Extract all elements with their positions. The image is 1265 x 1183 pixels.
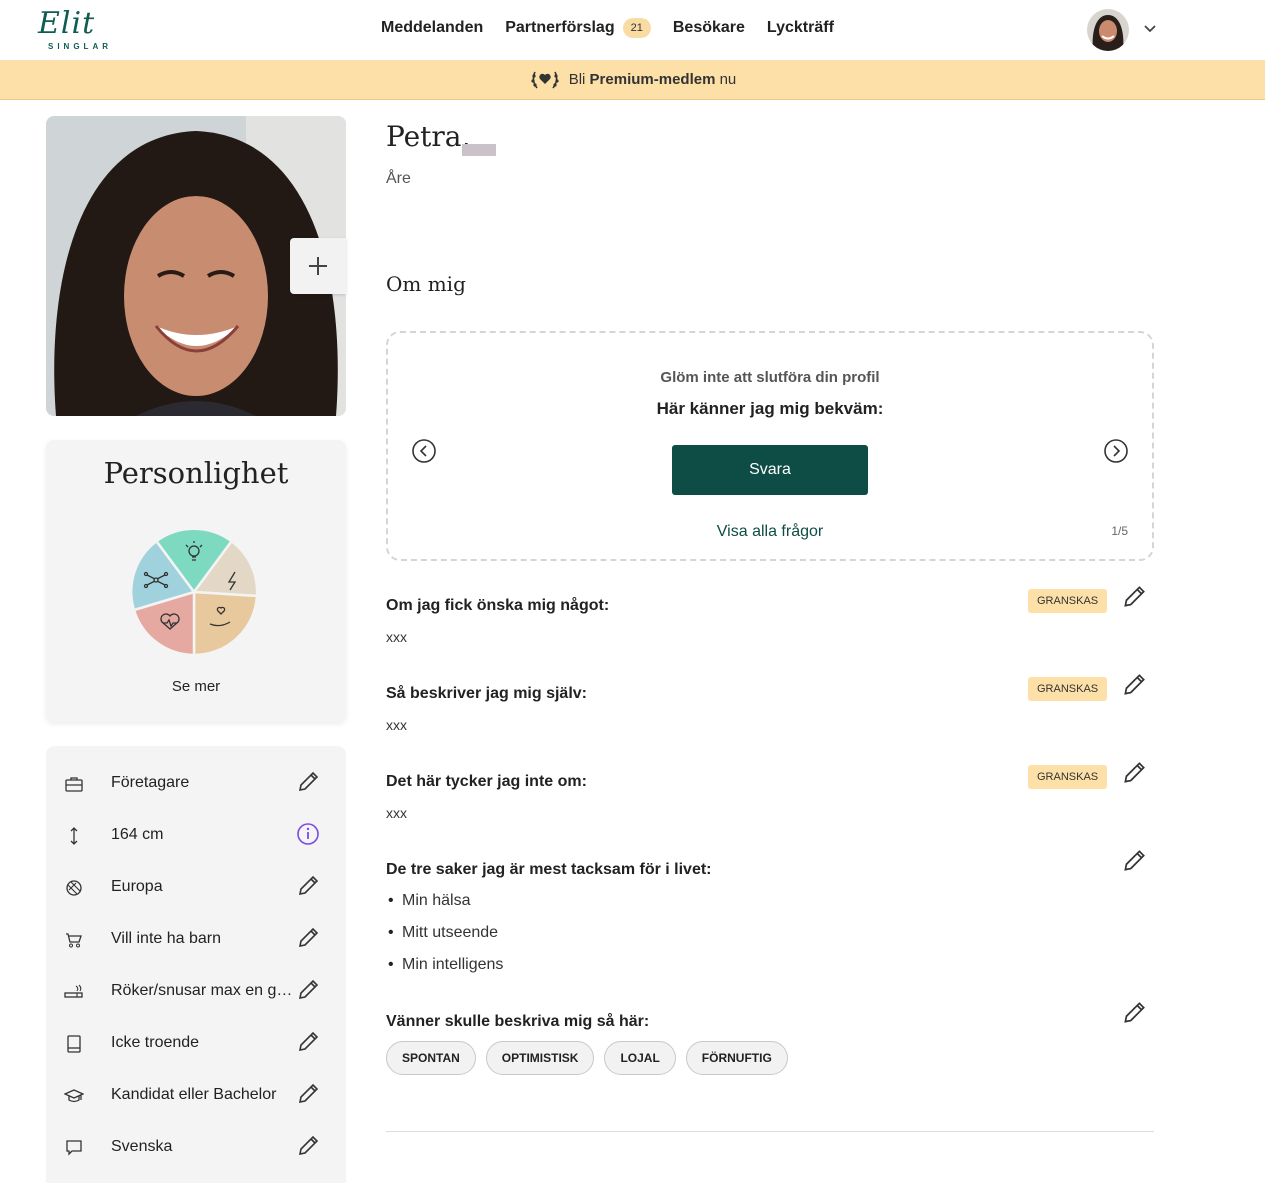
see-more-link[interactable]: Se mer (46, 678, 346, 695)
question-title: De tre saker jag är mest tacksam för i l… (386, 861, 712, 878)
trait-tag: SPONTAN (386, 1041, 476, 1075)
fact-label: Röker/snusar max en gång i veckan (111, 982, 294, 999)
fact-origin: Europa (46, 862, 346, 914)
pencil-icon[interactable] (295, 1029, 321, 1055)
answer-text: xxx (386, 629, 407, 645)
nav-partnerforslag[interactable]: Partnerförslag 21 (505, 18, 651, 38)
elit-singlar-logo[interactable]: Elit SINGLAR (38, 6, 118, 54)
logo-subtitle: SINGLAR (48, 42, 112, 51)
personality-card: Personlighet Se mer (46, 440, 346, 722)
chevron-down-icon[interactable] (1142, 20, 1158, 36)
list-item: Mitt utseende (388, 924, 498, 942)
premium-emphasis: Premium-medlem (589, 71, 716, 88)
profile-city: Åre (386, 170, 411, 187)
fact-smoking: Röker/snusar max en gång i veckan (46, 966, 346, 1018)
fact-label: Icke troende (111, 1034, 200, 1051)
nav-besokare[interactable]: Besökare (673, 18, 745, 38)
chevron-left-icon[interactable] (410, 437, 438, 465)
nav-meddelanden[interactable]: Meddelanden (381, 18, 483, 38)
pencil-icon[interactable] (1120, 671, 1148, 699)
trait-tags: SPONTAN OPTIMISTISK LOJAL FÖRNUFTIG (386, 1041, 798, 1075)
globe-icon (66, 880, 82, 896)
chevron-right-icon[interactable] (1102, 437, 1130, 465)
divider (386, 1131, 1154, 1132)
answer-button[interactable]: Svara (672, 445, 868, 495)
list-item: Min hälsa (388, 892, 471, 910)
trait-tag: LOJAL (604, 1041, 676, 1075)
hidden-age-placeholder (462, 144, 496, 156)
trait-tag: OPTIMISTISK (485, 1041, 595, 1075)
nav-label: Meddelanden (381, 19, 484, 36)
pencil-icon[interactable] (1120, 583, 1148, 611)
pencil-icon[interactable] (295, 1133, 321, 1159)
pencil-icon[interactable] (295, 873, 321, 899)
pencil-icon[interactable] (1120, 847, 1148, 875)
question-title: Vänner skulle beskriva mig så här: (386, 1013, 650, 1030)
fact-occupation: Företagare (46, 758, 346, 810)
question-counter: 1/5 (1111, 524, 1128, 538)
fact-label: Kandidat eller Bachelor (111, 1086, 277, 1103)
status-badge: GRANSKAS (1028, 589, 1108, 613)
count-badge: 21 (622, 18, 651, 38)
profile-name: Petra, (386, 120, 471, 153)
trait-tag: FÖRNUFTIG (685, 1041, 788, 1075)
nav-label: Besökare (672, 19, 745, 36)
fact-language: Svenska (46, 1122, 346, 1174)
fact-label: Vill inte ha barn (111, 930, 221, 947)
logo-wordmark: Elit (38, 6, 96, 41)
about-heading: Om mig (386, 272, 466, 296)
fact-education: Kandidat eller Bachelor (46, 1070, 346, 1122)
show-all-questions-link[interactable]: Visa alla frågor (388, 523, 1152, 541)
profile-facts-card: Företagare 164 cm Europa Vill inte ha ba… (46, 746, 346, 1183)
status-badge: GRANSKAS (1028, 765, 1108, 789)
nav-label: Partnerförslag (505, 19, 615, 36)
pencil-icon[interactable] (295, 1081, 321, 1107)
speech-bubble-icon (66, 1140, 82, 1156)
answer-text: xxx (386, 805, 407, 821)
personality-pie[interactable] (130, 528, 258, 656)
pencil-icon[interactable] (1120, 999, 1148, 1027)
graduation-cap-icon (64, 1089, 84, 1103)
nav-lycktraff[interactable]: Lyckträff (767, 18, 834, 38)
answer-text: xxx (386, 717, 407, 733)
fact-children: Vill inte ha barn (46, 914, 346, 966)
stroller-icon (66, 933, 82, 948)
briefcase-icon (65, 777, 83, 792)
fact-height: 164 cm (46, 810, 346, 862)
book-icon (67, 1035, 81, 1053)
list-item: Min intelligens (388, 956, 503, 974)
fact-label: Svenska (111, 1138, 173, 1155)
pencil-icon[interactable] (295, 977, 321, 1003)
profile-question-prompt: Glöm inte att slutföra din profil Här kä… (386, 331, 1154, 561)
add-photo-button[interactable] (290, 238, 346, 294)
question-title: Så beskriver jag mig själv: (386, 685, 587, 702)
premium-prefix: Bli (568, 71, 586, 88)
premium-suffix: nu (719, 71, 737, 88)
prompt-subtitle: Glöm inte att slutföra din profil (660, 369, 880, 386)
status-badge: GRANSKAS (1028, 677, 1108, 701)
height-icon (70, 827, 78, 845)
main-nav: Meddelanden Partnerförslag 21 Besökare Ly… (381, 18, 856, 38)
fact-label: Europa (111, 878, 163, 895)
cigarette-icon (64, 984, 83, 998)
pencil-icon[interactable] (1120, 759, 1148, 787)
personality-title: Personlighet (103, 456, 289, 490)
pencil-icon[interactable] (295, 925, 321, 951)
avatar[interactable] (1087, 9, 1129, 51)
fact-religion: Icke troende (46, 1018, 346, 1070)
fact-label: Företagare (111, 774, 190, 791)
premium-banner[interactable]: Bli Premium-medlem nu (0, 60, 1265, 100)
laurel-heart-icon (531, 71, 559, 88)
top-navigation-bar: Elit SINGLAR Meddelanden Partnerförslag 2… (0, 0, 1265, 60)
question-title: Det här tycker jag inte om: (386, 773, 587, 790)
question-title: Om jag fick önska mig något: (386, 597, 610, 614)
prompt-question: Här känner jag mig bekväm: (656, 399, 884, 418)
nav-label: Lyckträff (766, 19, 834, 36)
info-icon[interactable] (295, 821, 321, 847)
plus-icon (309, 257, 327, 275)
pencil-icon[interactable] (295, 769, 321, 795)
fact-label: 164 cm (111, 826, 164, 843)
